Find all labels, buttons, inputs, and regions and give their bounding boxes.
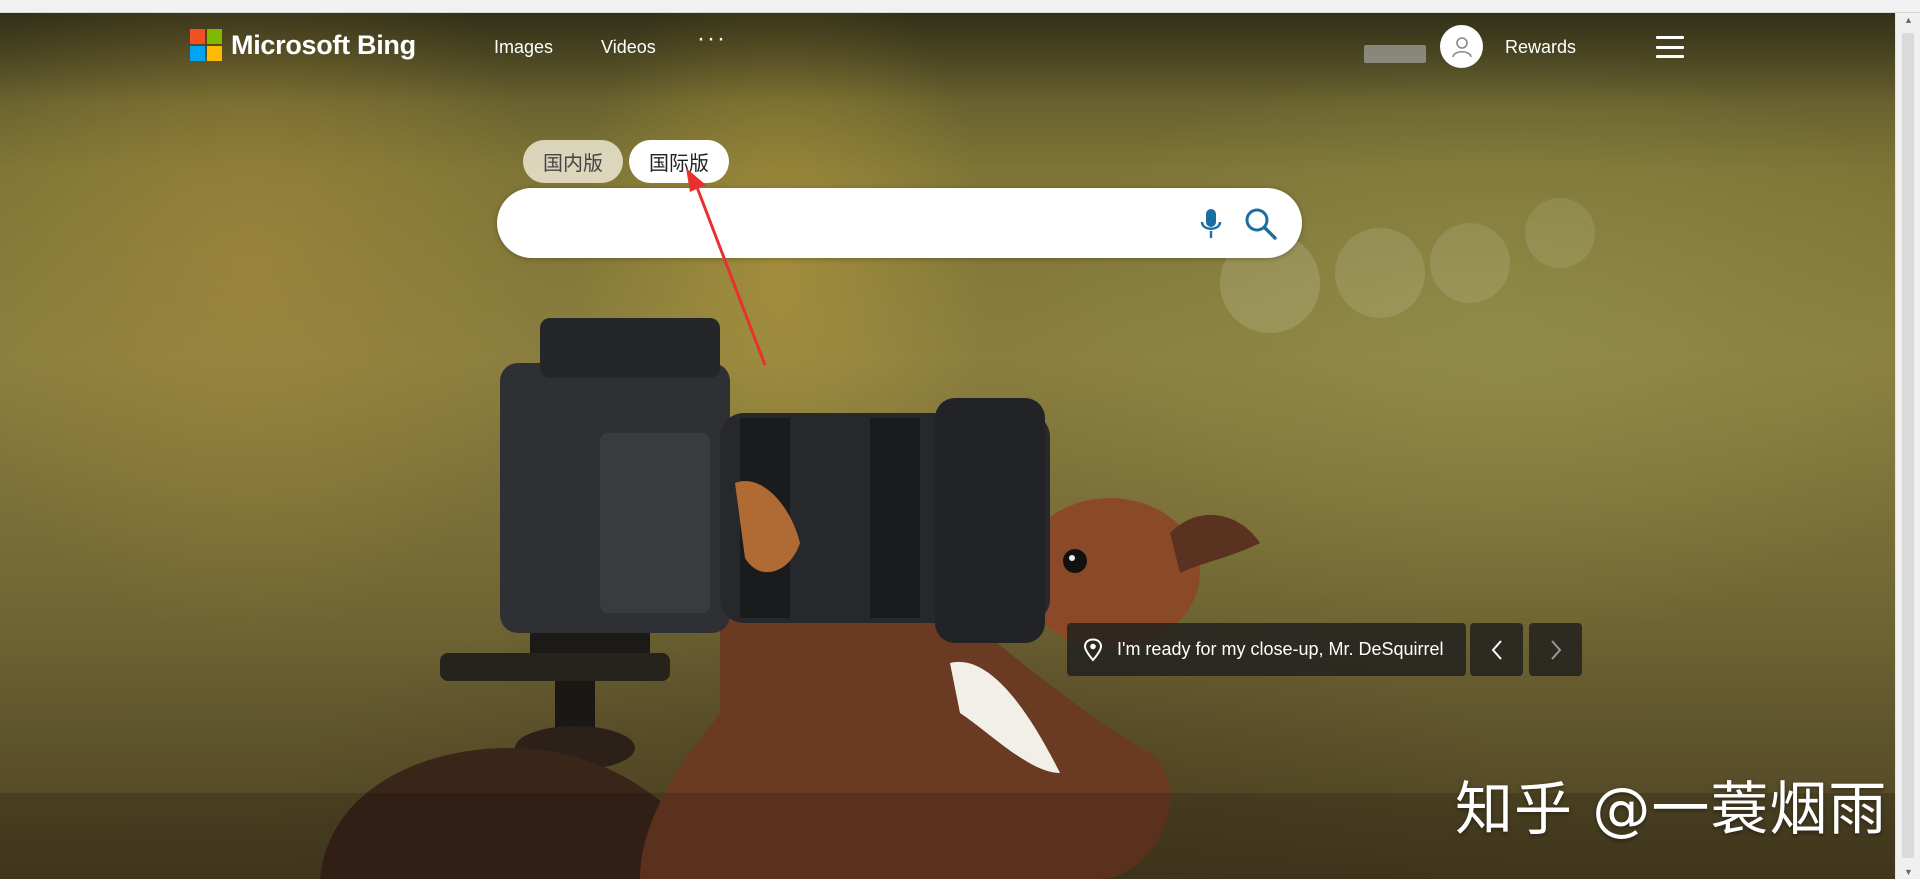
scrollbar-thumb[interactable]	[1902, 33, 1914, 858]
tab-international[interactable]: 国际版	[629, 140, 729, 183]
top-header: Microsoft Bing Images Videos ··· Rewards	[0, 13, 1895, 79]
previous-image-button[interactable]	[1470, 623, 1523, 676]
microsoft-logo-icon	[190, 29, 222, 61]
page-scrollbar[interactable]: ▲ ▼	[1895, 13, 1920, 879]
chevron-right-icon	[1550, 639, 1561, 660]
user-icon	[1451, 36, 1472, 57]
image-caption-button[interactable]: I'm ready for my close-up, Mr. DeSquirre…	[1067, 623, 1466, 676]
location-pin-icon	[1083, 637, 1103, 662]
region-tabs: 国内版 国际版	[523, 140, 729, 183]
search-icon[interactable]	[1243, 206, 1279, 242]
browser-top-edge	[0, 0, 1920, 13]
microphone-icon[interactable]	[1196, 207, 1226, 241]
zhihu-watermark: 知乎 @一蓑烟雨	[1455, 775, 1888, 843]
search-input[interactable]	[525, 206, 1169, 242]
more-options-button[interactable]: ···	[697, 25, 727, 53]
profile-avatar-button[interactable]	[1440, 25, 1483, 68]
next-image-button[interactable]	[1529, 623, 1582, 676]
scroll-down-icon[interactable]: ▼	[1904, 867, 1913, 877]
redacted-user-name	[1364, 45, 1426, 63]
nav-images-link[interactable]: Images	[494, 37, 553, 58]
chevron-left-icon	[1491, 639, 1502, 660]
squirrel-camera-illustration	[0, 198, 1895, 879]
background-photo	[0, 13, 1895, 879]
logo-text: Microsoft Bing	[231, 29, 416, 60]
bing-logo[interactable]: Microsoft Bing	[190, 29, 416, 61]
scroll-up-icon[interactable]: ▲	[1904, 15, 1913, 25]
tab-domestic[interactable]: 国内版	[523, 140, 623, 183]
top-nav: Images Videos	[494, 37, 656, 58]
nav-videos-link[interactable]: Videos	[601, 37, 656, 58]
hamburger-icon[interactable]	[1656, 36, 1684, 58]
search-box	[497, 188, 1302, 258]
image-caption-text: I'm ready for my close-up, Mr. DeSquirre…	[1117, 639, 1444, 659]
rewards-link[interactable]: Rewards	[1505, 37, 1576, 58]
